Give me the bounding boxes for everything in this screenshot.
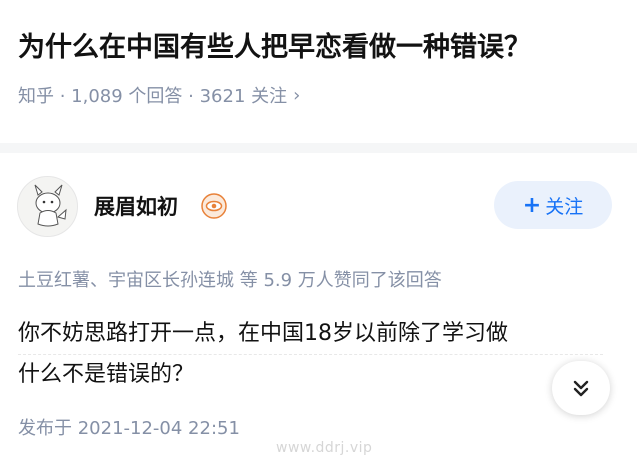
eye-badge-icon: [201, 193, 227, 219]
answer-line-1: 你不妨思路打开一点，在中国18岁以前除了学习做: [18, 314, 603, 355]
answer-content[interactable]: 你不妨思路打开一点，在中国18岁以前除了学习做 什么不是错误的？: [18, 314, 608, 395]
expand-button[interactable]: [552, 361, 610, 415]
publish-time: 发布于 2021-12-04 22:51: [18, 418, 240, 439]
chevron-right-icon: ›: [293, 84, 301, 106]
question-meta-text: 知乎 · 1,089 个回答 · 3621 关注: [18, 86, 288, 107]
question-meta[interactable]: 知乎 · 1,089 个回答 · 3621 关注 ›: [18, 82, 300, 108]
watermark: www.ddrj.vip: [276, 440, 373, 456]
follow-label: 关注: [545, 195, 584, 218]
double-chevron-down-icon: [573, 380, 589, 397]
question-header: 为什么在中国有些人把早恋看做一种错误？ 知乎 · 1,089 个回答 · 362…: [18, 0, 623, 140]
author-row: 展眉如初 + 关注: [17, 176, 622, 237]
question-title[interactable]: 为什么在中国有些人把早恋看做一种错误？: [18, 28, 531, 68]
likers-text[interactable]: 土豆红薯、宇宙区长孙连城 等 5.9 万人赞同了该回答: [18, 266, 442, 292]
author-name[interactable]: 展眉如初: [94, 191, 178, 221]
answer-line-2: 什么不是错误的？: [18, 362, 195, 387]
follow-button[interactable]: + 关注: [494, 181, 612, 229]
plus-icon: +: [522, 192, 542, 218]
section-divider: [0, 143, 637, 153]
avatar[interactable]: [17, 176, 78, 237]
